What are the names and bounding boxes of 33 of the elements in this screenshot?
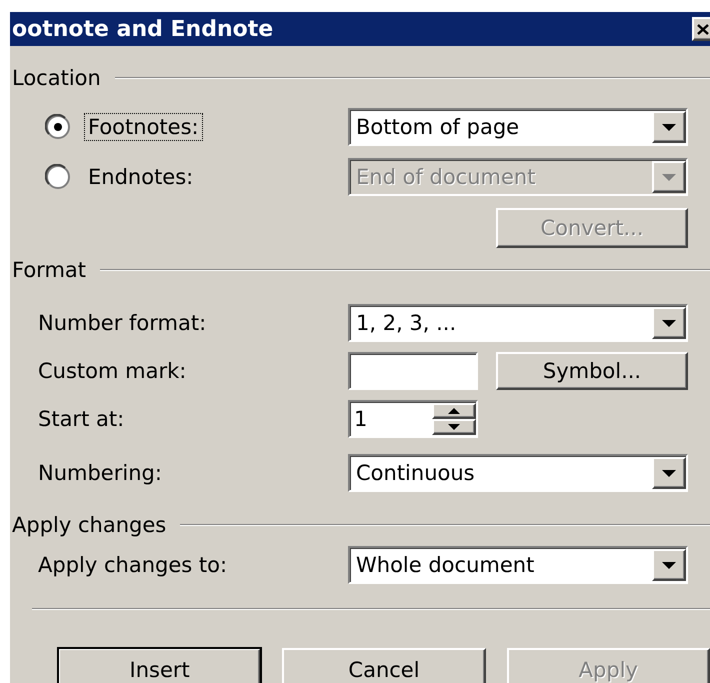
dropdown-field[interactable]: 1, 2, 3, ... [348, 304, 688, 342]
spin-up-button[interactable] [432, 403, 476, 419]
dialog-button[interactable]: Cancel [282, 648, 486, 683]
spin-down-button[interactable] [432, 419, 476, 435]
window-title: ootnote and Endnote [11, 16, 274, 42]
symbol-button[interactable]: Symbol... [496, 352, 688, 390]
dropdown-field[interactable]: Whole document [348, 546, 688, 584]
group-heading: Apply changes [12, 513, 166, 537]
caret-icon [662, 562, 676, 568]
up-arrow-icon [448, 408, 460, 414]
dropdown-field[interactable]: Bottom of page [348, 108, 688, 146]
field-label: Custom mark: [37, 359, 188, 383]
field-label: Number format: [37, 311, 208, 335]
caret-icon [662, 124, 676, 130]
close-icon [697, 24, 709, 34]
caret-icon [662, 470, 676, 476]
text-field[interactable] [348, 352, 478, 390]
caret-icon [662, 174, 676, 180]
group-heading: Format [12, 258, 86, 282]
radio-label: Endnotes: [87, 164, 194, 190]
field-label: Apply changes to: [37, 553, 228, 577]
close-button[interactable] [692, 17, 710, 41]
down-arrow-icon [448, 424, 460, 430]
spinner-field[interactable]: 1 [348, 400, 478, 438]
radio-button[interactable] [45, 114, 71, 140]
dropdown-field[interactable]: Continuous [348, 454, 688, 492]
field-label: Numbering: [37, 461, 163, 485]
group-heading: Location [12, 66, 101, 90]
radio-button[interactable] [45, 164, 71, 190]
radio-label: Footnotes: [85, 114, 202, 140]
caret-icon [662, 320, 676, 326]
field-label: Start at: [37, 407, 126, 431]
dialog-button[interactable]: Insert [58, 648, 262, 683]
